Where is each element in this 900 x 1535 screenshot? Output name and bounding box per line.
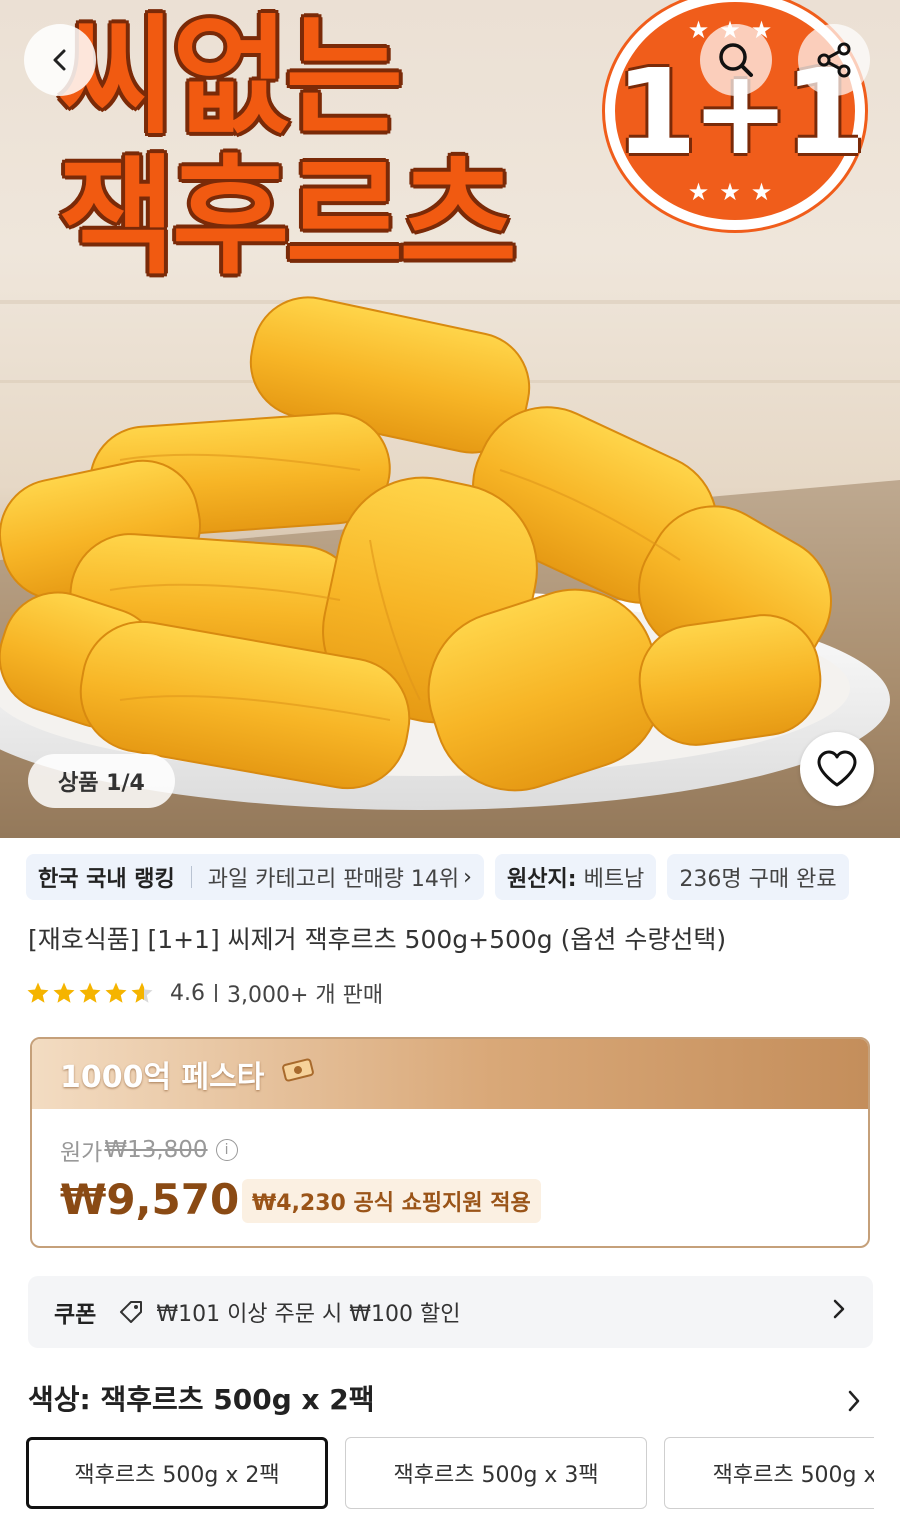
wishlist-button[interactable]: [800, 732, 874, 806]
coupon-tag-icon: [118, 1299, 144, 1325]
rating-stars: [26, 981, 156, 1005]
ranking-chip[interactable]: 한국 국내 랭킹 과일 카테고리 판매량 14위 ›: [26, 854, 484, 900]
hero-title-line1: 씨없는: [58, 3, 403, 152]
product-image-gallery[interactable]: 씨없는 잭후르츠 ★★★ 1+1 ★★★ 상품 1/4: [0, 0, 900, 838]
image-counter: 상품 1/4: [28, 754, 175, 808]
share-icon: [817, 42, 851, 78]
chevron-right-icon: ›: [463, 864, 472, 890]
original-price-row: 원가 ₩13,800 i: [60, 1133, 238, 1167]
festa-banner-text: 1000억 페스타: [60, 1060, 265, 1095]
sold-count: 3,000+ 개 판매: [227, 983, 384, 1008]
search-icon: [719, 43, 753, 77]
badge-stars-bottom: ★★★: [687, 178, 783, 206]
shopping-support-tag: ₩4,230 공식 쇼핑지원 적용: [242, 1179, 541, 1223]
star-icon: [53, 982, 75, 1003]
heart-icon: [817, 750, 857, 787]
option-item-selected[interactable]: 잭후르츠 500g x 2팩: [26, 1437, 328, 1509]
ranking-value: 과일 카테고리 판매량 14위: [207, 867, 460, 892]
origin-label: 원산지:: [507, 867, 577, 892]
chevron-right-icon: [848, 1390, 860, 1412]
chevron-left-icon: [53, 49, 66, 71]
rating-divider: [215, 984, 217, 1002]
share-button[interactable]: [798, 24, 870, 96]
hero-title: 씨없는 잭후르츠: [58, 8, 618, 288]
coupon-text: ₩101 이상 주문 시 ₩100 할인: [156, 1302, 461, 1327]
purchased-chip: 236명 구매 완료: [667, 854, 849, 900]
origin-value: 베트남: [583, 867, 645, 892]
option-title: 색상: 잭후르츠 500g x 2팩: [28, 1383, 375, 1416]
search-button[interactable]: [700, 24, 772, 96]
star-icon: [79, 982, 101, 1003]
product-title: [재호식품] [1+1] 씨제거 잭후르츠 500g+500g (옵션 수량선택…: [28, 925, 727, 954]
info-chips: 한국 국내 랭킹 과일 카테고리 판매량 14위 › 원산지: 베트남 236명…: [26, 854, 900, 900]
star-icon: [27, 982, 49, 1003]
rating-row[interactable]: 4.6 3,000+ 개 판매: [26, 976, 383, 1010]
festa-banner: 1000억 페스타: [32, 1039, 868, 1109]
option-item[interactable]: 잭후르츠 500g x 3팩: [345, 1437, 648, 1509]
sale-price: ₩9,570: [60, 1175, 240, 1224]
hero-title-line2: 잭후르츠: [58, 143, 517, 292]
coupon-row[interactable]: 쿠폰 ₩101 이상 주문 시 ₩100 할인: [28, 1276, 873, 1348]
chevron-right-icon: [831, 1297, 847, 1327]
option-item[interactable]: 잭후르츠 500g x 4팩: [664, 1437, 874, 1509]
back-button[interactable]: [24, 24, 96, 96]
rating-value: 4.6: [170, 980, 205, 1006]
info-icon[interactable]: i: [215, 1139, 238, 1161]
star-half-icon: [131, 982, 153, 1003]
chip-divider: [190, 866, 192, 888]
star-icon: [105, 982, 127, 1003]
original-price: ₩13,800: [104, 1137, 208, 1163]
original-price-label: 원가: [60, 1140, 103, 1166]
purchased-count: 236명 구매 완료: [679, 867, 837, 892]
ranking-label: 한국 국내 랭킹: [38, 867, 175, 892]
option-expand-button[interactable]: [846, 1388, 862, 1418]
coupon-label: 쿠폰: [54, 1302, 97, 1328]
money-icon: [282, 1057, 316, 1092]
option-list: 잭후르츠 500g x 2팩 잭후르츠 500g x 3팩 잭후르츠 500g …: [26, 1437, 874, 1511]
origin-chip: 원산지: 베트남: [495, 854, 657, 900]
price-card: 1000억 페스타 원가 ₩13,800 i ₩9,570 ₩4,230 공식 …: [30, 1037, 870, 1248]
